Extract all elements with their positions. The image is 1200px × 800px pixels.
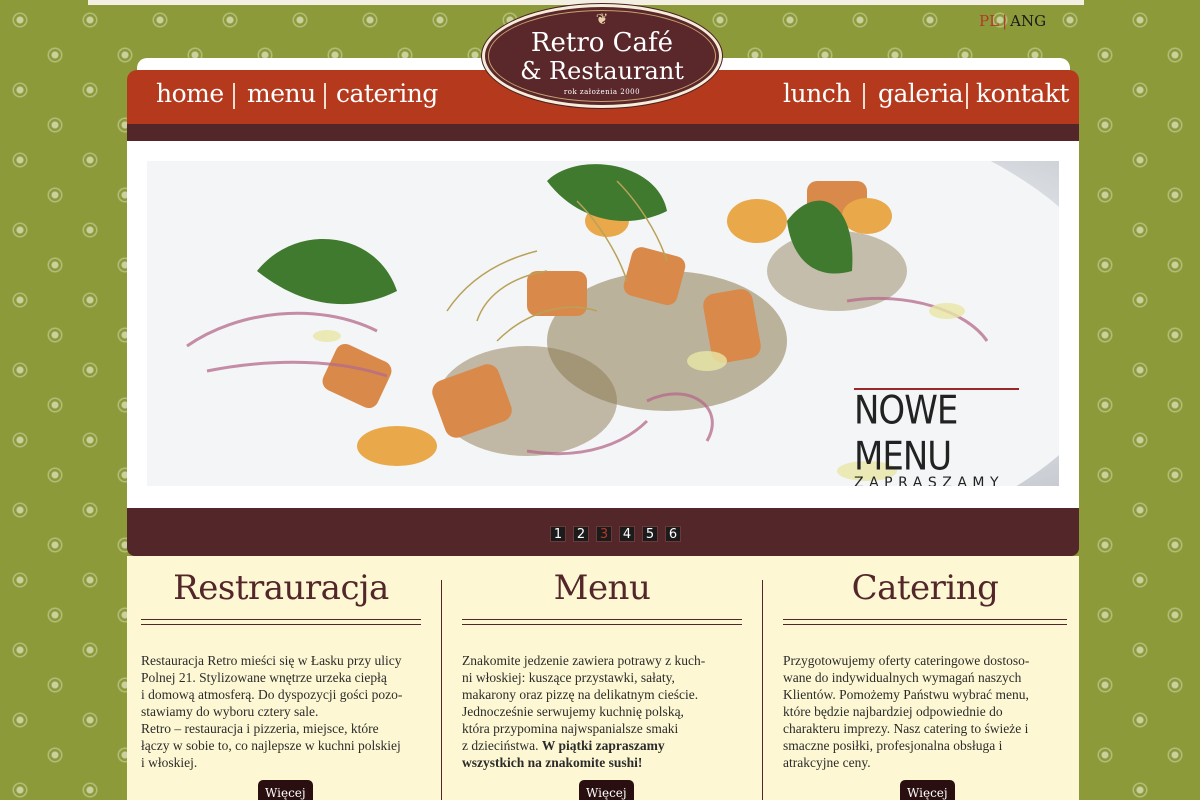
logo-line-2: & Restaurant bbox=[520, 57, 684, 85]
logo-established: rok założenia 2000 bbox=[563, 88, 641, 96]
title-rule bbox=[783, 619, 1067, 625]
nav-kontakt[interactable]: kontakt bbox=[976, 79, 1069, 108]
slider-pager: 1 2 3 4 5 6 bbox=[127, 508, 1079, 556]
content-area: Restrauracja Restauracja Retro mieści si… bbox=[127, 556, 1079, 800]
page-frame: home menu catering lunch galeria kontakt bbox=[127, 58, 1079, 800]
column-title: Catering bbox=[851, 568, 999, 608]
nav-divider bbox=[233, 83, 235, 109]
column-title: Restrauracja bbox=[173, 568, 389, 608]
column-text: Restauracja Retro mieści się w Łasku prz… bbox=[141, 653, 403, 770]
lang-separator: | bbox=[1002, 12, 1008, 30]
caption-title: NOWE MENU bbox=[854, 388, 958, 480]
more-button[interactable]: Więcej bbox=[258, 780, 313, 800]
pager-dot-1[interactable]: 1 bbox=[550, 526, 566, 542]
pager-dot-2[interactable]: 2 bbox=[573, 526, 589, 542]
site-logo[interactable]: ❦ Retro Café & Restaurant rok założenia … bbox=[482, 4, 722, 108]
pager-dot-5[interactable]: 5 bbox=[642, 526, 658, 542]
nav-menu[interactable]: menu bbox=[247, 79, 316, 108]
slider: NOWE MENU ZAPRASZAMY bbox=[127, 141, 1079, 508]
pager-dot-3[interactable]: 3 bbox=[596, 526, 612, 542]
column-catering: Catering Przygotowujemy oferty cateringo… bbox=[783, 556, 1067, 800]
column-text: Przygotowujemy oferty cateringowe dostos… bbox=[783, 653, 1030, 770]
logo-line-1: Retro Café bbox=[530, 28, 674, 58]
pager-dot-4[interactable]: 4 bbox=[619, 526, 635, 542]
pager-dots: 1 2 3 4 5 6 bbox=[550, 526, 681, 542]
slide-caption: NOWE MENU ZAPRASZAMY bbox=[854, 388, 1019, 486]
nav-galeria[interactable]: galeria bbox=[878, 79, 964, 108]
nav-band bbox=[127, 124, 1079, 141]
column-divider bbox=[441, 580, 442, 800]
ornament-icon: ❦ bbox=[595, 10, 609, 28]
nav-divider bbox=[863, 83, 865, 109]
lang-ang-link[interactable]: ANG bbox=[1010, 12, 1046, 30]
title-rule bbox=[141, 619, 421, 625]
nav-home[interactable]: home bbox=[156, 79, 224, 108]
lang-pl-link[interactable]: PL bbox=[979, 12, 999, 30]
nav-divider bbox=[966, 83, 968, 109]
pager-dot-6[interactable]: 6 bbox=[665, 526, 681, 542]
nav-divider bbox=[324, 83, 326, 109]
title-rule bbox=[462, 619, 742, 625]
more-button[interactable]: Więcej bbox=[900, 780, 955, 800]
slide-image[interactable]: NOWE MENU ZAPRASZAMY bbox=[147, 161, 1059, 486]
column-text: Znakomite jedzenie zawiera potrawy z kuc… bbox=[462, 653, 706, 770]
column-restauracja: Restrauracja Restauracja Retro mieści si… bbox=[141, 556, 421, 800]
column-divider bbox=[762, 580, 763, 800]
language-switcher: PL | ANG bbox=[979, 12, 1046, 30]
column-title: Menu bbox=[553, 568, 651, 608]
nav-catering[interactable]: catering bbox=[336, 79, 438, 108]
nav-lunch[interactable]: lunch bbox=[783, 79, 851, 108]
column-menu: Menu Znakomite jedzenie zawiera potrawy … bbox=[462, 556, 742, 800]
more-button[interactable]: Więcej bbox=[579, 780, 634, 800]
